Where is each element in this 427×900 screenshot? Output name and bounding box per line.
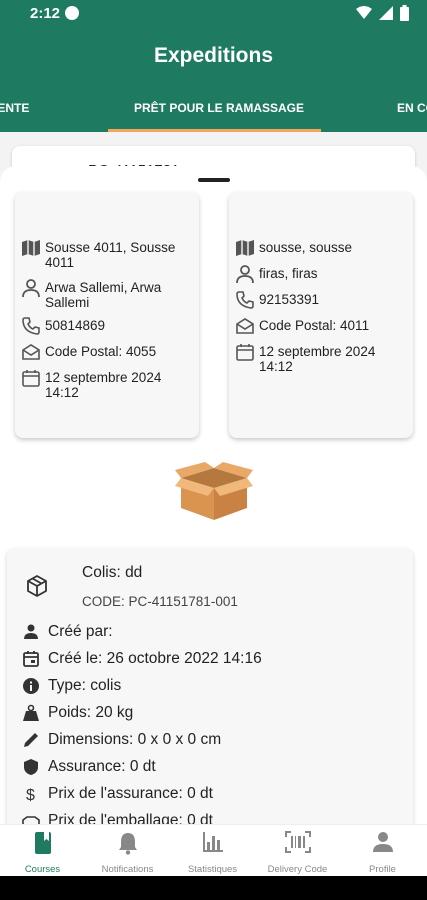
notification-dot-icon [65, 6, 79, 20]
system-navigation-bar [0, 876, 427, 900]
expedition-detail-sheet: Sousse 4011, Sousse 4011 Arwa Sallemi, A… [0, 166, 427, 824]
created-on: Créé le: 26 octobre 2022 14:16 [48, 650, 262, 667]
insurance-price-row: $ Prix de l'assurance: 0 dt [22, 785, 213, 803]
status-icons [356, 5, 409, 21]
bar-chart-icon [202, 832, 223, 852]
sender-phone-row: 50814869 [21, 316, 195, 336]
tab-pret-pour-le-ramassage[interactable]: PRÊT POUR LE RAMASSAGE [134, 101, 304, 115]
colis-dimensions: Dimensions: 0 x 0 x 0 cm [48, 731, 222, 748]
nav-delivery-code[interactable]: Delivery Code [255, 825, 340, 877]
receiver-address: sousse, sousse [259, 240, 353, 255]
nav-notifications-label: Notifications [101, 864, 154, 875]
bottom-nav: Courses Notifications Statistiques Deliv… [0, 824, 427, 876]
nav-delivery-code-label: Delivery Code [267, 864, 328, 875]
receiver-card: sousse, sousse firas, firas 92153391 Cod… [229, 192, 413, 438]
nav-profile[interactable]: Profile [340, 825, 425, 877]
created-by-row: Créé par: [22, 623, 113, 641]
shield-icon [24, 759, 38, 775]
weight-icon [23, 704, 39, 721]
colis-type: Type: colis [48, 677, 122, 694]
created-on-row: Créé le: 26 octobre 2022 14:16 [22, 650, 262, 668]
receiver-postal-code: Code Postal: 4011 [259, 318, 370, 333]
nav-statistiques-label: Statistiques [187, 864, 238, 875]
colis-card: Colis: dd CODE: PC-41151781-001 Créé par… [7, 548, 413, 824]
nav-notifications[interactable]: Notifications [85, 825, 170, 877]
receiver-phone-row: 92153391 [235, 290, 409, 310]
status-time: 2:12 [30, 5, 61, 22]
created-by: Créé par: [48, 623, 113, 640]
sender-postal-row: Code Postal: 4055 [21, 342, 195, 362]
wifi-icon [356, 6, 372, 19]
package-icon [27, 575, 47, 597]
person-icon [22, 279, 40, 298]
receiver-date-row: 12 septembre 2024 14:12 [235, 342, 409, 374]
person-icon [372, 832, 393, 852]
mail-icon [236, 318, 254, 334]
sheet-drag-handle[interactable] [198, 178, 230, 182]
nav-courses-label: Courses [24, 864, 61, 875]
sender-address-row: Sousse 4011, Sousse 4011 [21, 238, 195, 270]
map-icon [236, 240, 254, 256]
sender-name-row: Arwa Sallemi, Arwa Sallemi [21, 278, 195, 310]
signal-icon [379, 6, 393, 20]
person-icon [236, 265, 254, 284]
calendar-icon [236, 344, 254, 361]
mail-icon [22, 344, 40, 360]
ruler-pencil-icon [24, 733, 38, 747]
sender-address: Sousse 4011, Sousse 4011 [45, 240, 176, 270]
nav-profile-label: Profile [369, 864, 396, 875]
svg-text:$: $ [26, 787, 35, 803]
sender-postal-code: Code Postal: 4055 [45, 344, 157, 359]
receiver-name-row: firas, firas [235, 264, 409, 284]
colis-packaging-price: Prix de l'emballage: 0 dt [48, 812, 213, 824]
barcode-scan-icon [284, 831, 311, 853]
nav-statistiques[interactable]: Statistiques [170, 825, 255, 877]
package-box-icon [175, 462, 253, 520]
colis-code: CODE: PC-41151781-001 [82, 594, 238, 609]
calendar-icon [23, 651, 39, 667]
tab-en-cours[interactable]: EN CO [397, 101, 427, 115]
colis-weight: Poids: 20 kg [48, 704, 134, 721]
sender-date-row: 12 septembre 2024 14:12 [21, 368, 195, 400]
weight-row: Poids: 20 kg [22, 704, 133, 722]
map-icon [22, 240, 40, 256]
sender-name: Arwa Sallemi, Arwa Sallemi [45, 280, 162, 310]
dimensions-row: Dimensions: 0 x 0 x 0 cm [22, 731, 221, 749]
page-title: Expeditions [153, 44, 274, 67]
nav-courses[interactable]: Courses [0, 825, 85, 877]
phone-icon [236, 291, 254, 309]
type-row: Type: colis [22, 677, 121, 695]
sender-phone: 50814869 [45, 318, 106, 333]
info-icon [23, 678, 39, 694]
insurance-row: Assurance: 0 dt [22, 758, 156, 776]
dollar-icon: $ [26, 787, 35, 803]
battery-icon [400, 5, 409, 21]
colis-insurance-price: Prix de l'assurance: 0 dt [48, 785, 213, 802]
receiver-postal-row: Code Postal: 4011 [235, 316, 409, 336]
calendar-icon [22, 370, 40, 387]
receiver-name: firas, firas [259, 266, 318, 281]
receiver-phone: 92153391 [259, 292, 320, 307]
sender-card: Sousse 4011, Sousse 4011 Arwa Sallemi, A… [15, 192, 199, 438]
phone-icon [22, 317, 40, 335]
packaging-icon [22, 816, 40, 824]
colis-title: Colis: dd [82, 564, 143, 581]
status-bar: 2:12 [0, 0, 427, 28]
sender-date: 12 septembre 2024 14:12 [45, 370, 162, 400]
bell-icon [118, 833, 137, 855]
person-icon [24, 624, 38, 639]
receiver-address-row: sousse, sousse [235, 238, 409, 258]
colis-insurance: Assurance: 0 dt [48, 758, 156, 775]
tab-en-attente[interactable]: TENTE [0, 101, 29, 115]
tab-bar: TENTE PRÊT POUR LE RAMASSAGE EN CO [0, 84, 427, 132]
receiver-date: 12 septembre 2024 14:12 [259, 344, 376, 374]
packaging-price-row: Prix de l'emballage: 0 dt [22, 812, 213, 824]
book-icon [34, 832, 51, 854]
app-bar: Expeditions [0, 28, 427, 84]
